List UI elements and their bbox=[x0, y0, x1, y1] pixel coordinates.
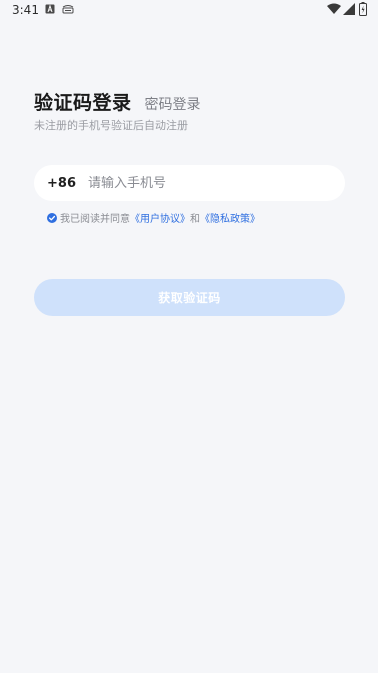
battery-icon bbox=[359, 2, 367, 16]
a-notification-icon bbox=[45, 4, 55, 14]
login-screen: 3:41 验证码登录 密码登录 未注册的手机号验证后自动注册 +86 请输入手机… bbox=[0, 0, 378, 673]
signal-icon bbox=[343, 3, 355, 15]
country-code[interactable]: +86 bbox=[47, 176, 76, 191]
get-code-button[interactable]: 获取验证码 bbox=[34, 279, 345, 316]
agreement-row: 我已阅读并同意 《用户协议》 和 《隐私政策》 bbox=[47, 210, 260, 225]
agreement-conjunction: 和 bbox=[190, 214, 200, 225]
tab-password-login[interactable]: 密码登录 bbox=[145, 94, 201, 114]
wifi-icon bbox=[327, 3, 341, 14]
phone-input[interactable] bbox=[87, 175, 308, 191]
phone-field[interactable]: +86 bbox=[34, 165, 345, 201]
subtitle: 未注册的手机号验证后自动注册 bbox=[34, 119, 188, 132]
privacy-policy-link[interactable]: 《隐私政策》 bbox=[200, 210, 260, 225]
tab-sms-login[interactable]: 验证码登录 bbox=[34, 88, 132, 115]
user-agreement-link[interactable]: 《用户协议》 bbox=[130, 210, 190, 225]
login-tabs: 验证码登录 密码登录 bbox=[34, 88, 201, 115]
status-bar: 3:41 bbox=[0, 0, 378, 22]
b-notification-icon bbox=[62, 5, 74, 14]
agree-checkbox-icon[interactable] bbox=[47, 212, 57, 223]
agreement-prefix: 我已阅读并同意 bbox=[60, 214, 130, 225]
status-time: 3:41 bbox=[12, 3, 39, 17]
